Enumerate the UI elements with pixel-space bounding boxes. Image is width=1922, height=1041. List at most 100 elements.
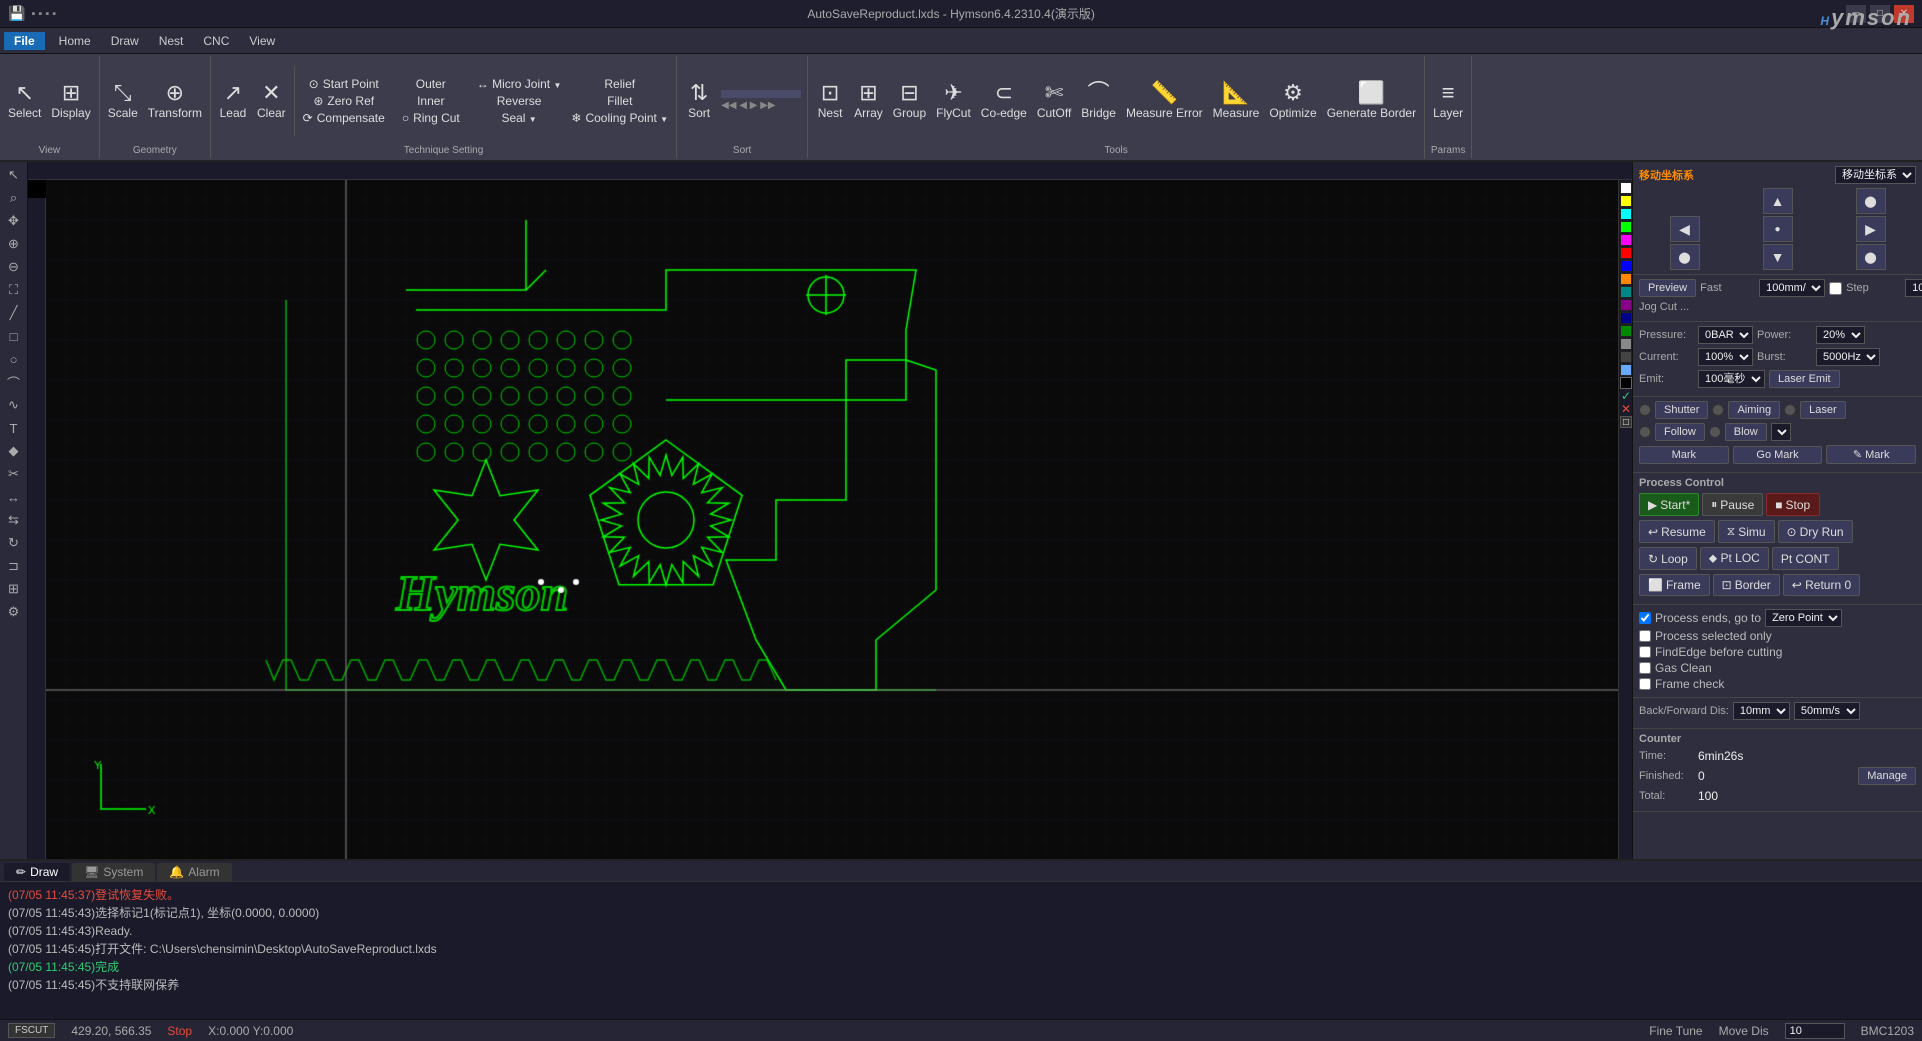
stop-button[interactable]: ■ Stop [1766,493,1820,516]
zoom-out[interactable]: ⊖ [2,256,26,278]
color-lightblue[interactable] [1620,364,1632,376]
gas-clean-checkbox[interactable] [1639,662,1651,674]
lead-button[interactable]: ↗ Lead [215,66,251,136]
step-checkbox[interactable] [1829,282,1842,295]
color-darkgreen[interactable] [1620,325,1632,337]
pt-loc-button[interactable]: ⬥ Pt LOC [1700,547,1769,570]
menu-file[interactable]: File [4,32,45,50]
array-tool[interactable]: ⊞ [2,578,26,600]
color-magenta[interactable] [1620,234,1632,246]
color-lime[interactable] [1620,221,1632,233]
color-blue[interactable] [1620,260,1632,272]
tab-alarm[interactable]: 🔔 Alarm [157,863,231,881]
back-fwd-select2[interactable]: 50mm/s [1794,702,1860,720]
clear-button[interactable]: ✕ Clear [253,66,290,136]
resume-button[interactable]: ↩ Resume [1639,520,1715,543]
follow-button[interactable]: Follow [1655,423,1705,441]
flycut-button[interactable]: ✈ FlyCut [932,66,975,136]
circle-tool[interactable]: ○ [2,348,26,370]
blow-button[interactable]: Blow [1725,423,1767,441]
compensate-button[interactable]: ⟳ Compensate [299,110,389,126]
zero-ref-button[interactable]: ⊛ Zero Ref [299,93,389,109]
inner-button[interactable]: Inner [391,93,471,109]
outer-button[interactable]: Outer [391,76,471,92]
coord-center[interactable]: ● [1763,216,1793,242]
mark2-button[interactable]: ✎ Mark [1826,445,1916,464]
back-fwd-select1[interactable]: 10mm [1733,702,1790,720]
burst-select[interactable]: 5000Hz [1816,348,1880,366]
color-red[interactable] [1620,247,1632,259]
display-button[interactable]: ⊞ Display [47,66,94,136]
cutoff-button[interactable]: ✄ CutOff [1033,66,1075,136]
color-white[interactable] [1620,182,1632,194]
fit-tool[interactable]: ⛶ [2,279,26,301]
blow-dropdown[interactable]: ▼ [1771,423,1791,441]
fillet-button[interactable]: Fillet [567,93,672,109]
arc-tool[interactable]: ⌒ [2,371,26,393]
measure-button[interactable]: 📐 Measure [1209,66,1264,136]
rotate-tool[interactable]: ↻ [2,532,26,554]
nest-button[interactable]: ⊡ Nest [812,66,848,136]
find-edge-checkbox[interactable] [1639,646,1651,658]
generate-border-button[interactable]: ⬜ Generate Border [1323,66,1420,136]
preview-button[interactable]: Preview [1639,279,1696,297]
dimension-tool[interactable]: ↔ [2,486,26,508]
color-teal[interactable] [1620,286,1632,298]
menu-nest[interactable]: Nest [149,32,194,50]
simu-button[interactable]: ⧖ Simu [1718,520,1775,543]
step-select[interactable]: 10mm [1905,279,1922,297]
shutter-button[interactable]: Shutter [1655,401,1708,419]
mirror-tool[interactable]: ⇆ [2,509,26,531]
process-ends-select[interactable]: Zero Point [1765,609,1842,627]
frame-check-checkbox[interactable] [1639,678,1651,690]
rect-tool[interactable]: □ [2,325,26,347]
pointer-tool[interactable]: ↖ [2,164,26,186]
bezier-tool[interactable]: ∿ [2,394,26,416]
canvas-content[interactable] [46,180,1618,859]
laser-button[interactable]: Laser [1800,401,1846,419]
menu-view[interactable]: View [239,32,285,50]
coord-right[interactable]: ▶ [1856,216,1886,242]
pan-tool[interactable]: ✥ [2,210,26,232]
menu-cnc[interactable]: CNC [193,32,239,50]
emit-select[interactable]: 100毫秒 [1698,370,1765,388]
fast-select[interactable]: 100mm/ [1759,279,1825,297]
tab-draw[interactable]: ✏ Draw [4,863,70,881]
coord-dropdown[interactable]: 移动坐标系 [1835,166,1916,184]
color-gray[interactable] [1620,338,1632,350]
menu-home[interactable]: Home [49,32,101,50]
coord-snap-right[interactable]: ⬤ [1856,188,1886,214]
color-purple[interactable] [1620,299,1632,311]
micro-joint-button[interactable]: ↔ Micro Joint ▼ [473,76,566,92]
mark-button[interactable]: Mark [1639,446,1729,464]
start-point-button[interactable]: ⊙ Start Point [299,76,389,92]
coord-snap-down[interactable]: ⬤ [1856,244,1886,270]
pause-button[interactable]: ⏸ Pause [1702,493,1763,516]
zoom-in[interactable]: ⊕ [2,233,26,255]
laser-canvas[interactable] [46,180,1618,859]
offset-tool[interactable]: ⊐ [2,555,26,577]
optimize-button[interactable]: ⚙ Optimize [1265,66,1320,136]
scale-button[interactable]: ⤡ Scale [104,66,142,136]
color-orange[interactable] [1620,273,1632,285]
return0-button[interactable]: ↩ Return 0 [1783,574,1860,596]
coord-up[interactable]: ▲ [1763,188,1793,214]
layer-button[interactable]: ≡ Layer [1429,66,1467,136]
cross-icon[interactable]: ✕ [1620,403,1632,415]
transform-button[interactable]: ⊕ Transform [144,66,206,136]
measure-error-button[interactable]: 📏 Measure Error [1122,66,1207,136]
laser-emit-button[interactable]: Laser Emit [1769,370,1840,388]
border-button[interactable]: ⊡ Border [1713,574,1780,596]
loop-button[interactable]: ↻ Loop [1639,547,1697,570]
tab-system[interactable]: 🖥 System [72,863,155,881]
seal-button[interactable]: Seal ▼ [473,110,566,126]
ring-cut-button[interactable]: ○ Ring Cut [391,110,471,126]
coedge-button[interactable]: ⊂ Co-edge [977,66,1031,136]
menu-draw[interactable]: Draw [101,32,149,50]
aiming-button[interactable]: Aiming [1728,401,1780,419]
check-icon[interactable]: ✓ [1620,390,1632,402]
group-button[interactable]: ⊟ Group [889,66,930,136]
current-select[interactable]: 100% [1698,348,1753,366]
dry-run-button[interactable]: ⊙ Dry Run [1778,520,1853,543]
color-darkgray[interactable] [1620,351,1632,363]
